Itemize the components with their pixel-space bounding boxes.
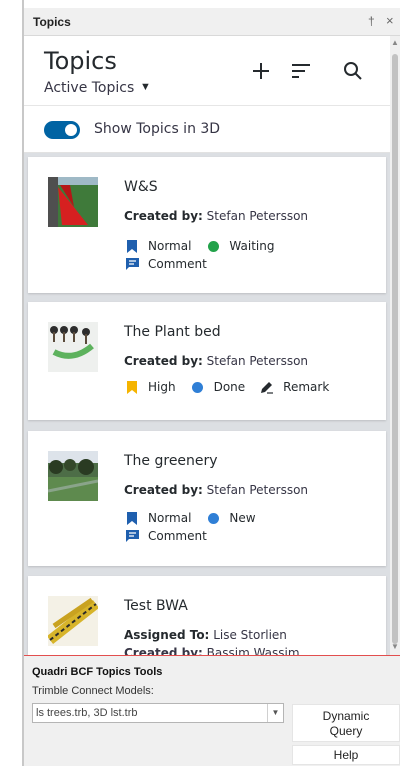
comment-icon xyxy=(124,529,140,543)
topic-author: Created by: Bassim Wassim xyxy=(124,646,300,655)
type-tag: Comment xyxy=(124,529,207,543)
topic-thumbnail xyxy=(48,451,98,501)
status-tag: New xyxy=(205,511,256,525)
topic-list-scrollbar[interactable]: ▲ ▼ xyxy=(390,36,400,655)
pencil-icon xyxy=(259,380,275,394)
show-in-3d-label: Show Topics in 3D xyxy=(94,121,221,137)
topic-title: The greenery xyxy=(124,453,218,469)
dynamic-query-button[interactable]: Dynamic Query xyxy=(292,704,400,742)
topic-title: The Plant bed xyxy=(124,324,221,340)
topic-thumbnail-image xyxy=(48,451,98,501)
topics-panel: Topics † × Topics Active Topics ▼ Show T… xyxy=(0,0,400,766)
tools-title: Quadri BCF Topics Tools xyxy=(32,666,163,678)
priority-label: Normal xyxy=(148,239,192,253)
meta-label: Created by: xyxy=(124,646,203,655)
dynamic-query-label-line1: Dynamic xyxy=(322,709,370,723)
toggle-knob xyxy=(65,124,77,136)
topic-card[interactable]: The greenery Created by: Stefan Petersso… xyxy=(28,431,386,566)
status-dot-icon xyxy=(205,239,221,253)
comment-icon xyxy=(124,257,140,271)
topic-thumbnail-image xyxy=(48,322,98,372)
priority-tag: High xyxy=(124,380,176,394)
page-title: Topics xyxy=(44,47,117,75)
priority-tag: Normal xyxy=(124,239,191,253)
close-icon[interactable]: × xyxy=(386,13,394,28)
topic-thumbnail xyxy=(48,596,98,646)
status-dot-icon xyxy=(205,511,221,525)
topic-tags-row: Normal Waiting xyxy=(124,239,288,253)
topic-author: Created by: Stefan Petersson xyxy=(124,483,308,497)
show-in-3d-toggle[interactable] xyxy=(44,121,80,139)
status-label: New xyxy=(229,511,256,525)
bookmark-icon xyxy=(124,511,140,525)
meta-value: Stefan Petersson xyxy=(206,209,309,223)
topic-type-row: Comment xyxy=(124,529,221,543)
scroll-up-icon[interactable]: ▲ xyxy=(391,38,399,47)
status-label: Done xyxy=(213,380,246,394)
type-label: Comment xyxy=(148,529,207,543)
show-in-3d-row: Show Topics in 3D xyxy=(24,107,390,153)
type-tag: Remark xyxy=(259,380,329,394)
plus-icon xyxy=(253,63,269,79)
meta-label: Created by: xyxy=(124,209,203,223)
topic-card[interactable]: The Plant bed Created by: Stefan Peterss… xyxy=(28,302,386,420)
sort-button[interactable] xyxy=(286,56,316,86)
topic-title: Test BWA xyxy=(124,598,188,614)
topic-thumbnail-image xyxy=(48,177,98,227)
status-dot-icon xyxy=(190,380,206,394)
type-label: Remark xyxy=(283,380,330,394)
status-tag: Waiting xyxy=(205,239,274,253)
topic-thumbnail-image xyxy=(48,596,98,646)
topic-card[interactable]: Test BWA Assigned To: Lise Storlien Crea… xyxy=(28,576,386,655)
meta-value: Stefan Petersson xyxy=(206,483,309,497)
topic-thumbnail xyxy=(48,177,98,227)
dynamic-query-label-line2: Query xyxy=(329,724,363,738)
meta-label: Assigned To: xyxy=(124,628,210,642)
topic-filter-label: Active Topics xyxy=(44,80,135,96)
meta-label: Created by: xyxy=(124,354,203,368)
models-combobox[interactable]: ls trees.trb, 3D lst.trb ▼ xyxy=(32,703,284,723)
priority-label: High xyxy=(148,380,176,394)
scrollbar-thumb[interactable] xyxy=(392,54,398,644)
topic-list: W&S Created by: Stefan Petersson Normal … xyxy=(24,153,390,655)
bookmark-icon xyxy=(124,239,140,253)
type-label: Comment xyxy=(148,257,207,271)
topic-author: Created by: Stefan Petersson xyxy=(124,354,308,368)
topic-filter-dropdown[interactable]: Active Topics xyxy=(44,80,134,96)
topic-assignee: Assigned To: Lise Storlien xyxy=(124,628,287,642)
meta-label: Created by: xyxy=(124,483,203,497)
meta-value: Stefan Petersson xyxy=(206,354,309,368)
priority-tag: Normal xyxy=(124,511,191,525)
topic-tags-row: Normal New xyxy=(124,511,270,525)
meta-value: Bassim Wassim xyxy=(206,646,300,655)
meta-value: Lise Storlien xyxy=(213,628,287,642)
models-label: Trimble Connect Models: xyxy=(32,685,154,697)
chevron-down-icon[interactable]: ▼ xyxy=(140,81,151,93)
bcf-tools-panel: Quadri BCF Topics Tools Trimble Connect … xyxy=(24,655,400,766)
topic-thumbnail xyxy=(48,322,98,372)
topics-header: Topics Active Topics ▼ xyxy=(24,36,390,106)
scroll-down-icon[interactable]: ▼ xyxy=(391,642,399,651)
topic-type-row: Comment xyxy=(124,257,221,271)
topic-title: W&S xyxy=(124,179,158,195)
pin-icon[interactable]: † xyxy=(368,14,375,28)
chevron-down-icon[interactable]: ▼ xyxy=(267,704,283,722)
priority-label: Normal xyxy=(148,511,192,525)
status-label: Waiting xyxy=(229,239,275,253)
topic-card[interactable]: W&S Created by: Stefan Petersson Normal … xyxy=(28,157,386,293)
help-button[interactable]: Help xyxy=(292,745,400,765)
topic-tags-row: High Done Remark xyxy=(124,380,343,394)
search-icon xyxy=(344,62,362,80)
panel-titlebar: Topics † × xyxy=(24,8,400,36)
add-topic-button[interactable] xyxy=(246,56,276,86)
panel-title: Topics xyxy=(33,15,71,29)
bookmark-icon xyxy=(124,380,140,394)
status-tag: Done xyxy=(190,380,246,394)
models-value: ls trees.trb, 3D lst.trb xyxy=(36,707,138,719)
topic-author: Created by: Stefan Petersson xyxy=(124,209,308,223)
type-tag: Comment xyxy=(124,257,207,271)
search-button[interactable] xyxy=(338,56,368,86)
sort-icon xyxy=(292,64,310,78)
